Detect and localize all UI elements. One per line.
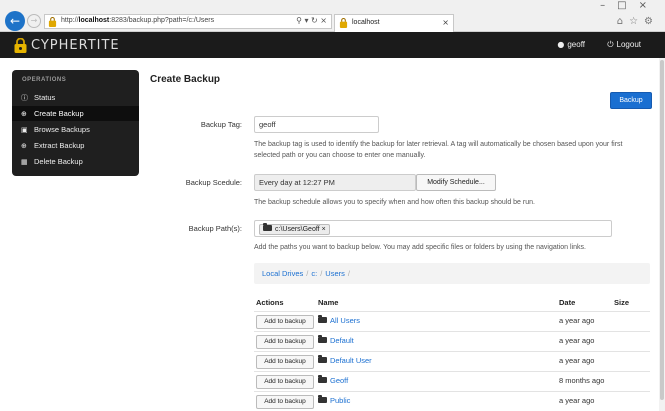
sidebar-item-delete-backup[interactable]: ▦ Delete Backup: [12, 154, 139, 169]
folder-icon: [318, 375, 327, 383]
address-url: http://localhost:8283/backup.php?path=/c…: [61, 17, 215, 24]
browser-chrome: ← → http://localhost:8283/backup.php?pat…: [0, 0, 665, 32]
app-header: CYPHERTITE ● geoff ⏻ Logout: [0, 32, 665, 58]
scrollbar-thumb[interactable]: [660, 60, 664, 400]
site-lock-icon: [48, 17, 57, 27]
backup-paths-field[interactable]: c:\Users\Geoff ×: [254, 220, 612, 237]
tag-label: Backup Tag:: [200, 120, 242, 129]
folder-icon: [263, 223, 272, 231]
breadcrumb-users[interactable]: Users: [325, 269, 345, 278]
sidebar-item-label: Create Backup: [34, 109, 84, 118]
col-size: Size: [614, 298, 630, 307]
sidebar-item-browse-backups[interactable]: ▣ Browse Backups: [12, 122, 139, 137]
path-tag-label: c:\Users\Geoff: [275, 226, 320, 233]
sidebar-item-label: Delete Backup: [34, 157, 83, 166]
brand-name: CYPHERTITE: [31, 37, 120, 53]
folder-date: a year ago: [559, 316, 595, 325]
folder-date: a year ago: [559, 336, 595, 345]
folder-date: a year ago: [559, 356, 595, 365]
address-bar[interactable]: http://localhost:8283/backup.php?path=/c…: [44, 14, 332, 29]
back-icon[interactable]: ←: [5, 11, 25, 31]
sidebar-heading: OPERATIONS: [22, 77, 67, 83]
folder-link[interactable]: Geoff: [330, 376, 348, 385]
brand-logo[interactable]: CYPHERTITE: [14, 37, 120, 53]
modify-schedule-button[interactable]: Modify Schedule...: [416, 174, 496, 191]
logout-link[interactable]: ⏻ Logout: [607, 40, 641, 50]
folder-name[interactable]: Default: [318, 335, 354, 345]
folder-date: 8 months ago: [559, 376, 605, 385]
plus-icon: ⊕: [21, 110, 27, 118]
table-row: Add to backup Default a year ago: [254, 331, 650, 351]
download-icon: ⊕: [21, 142, 27, 150]
folder-link[interactable]: All Users: [330, 316, 360, 325]
folder-name[interactable]: Geoff: [318, 375, 348, 385]
folder-date: a year ago: [559, 396, 595, 405]
add-to-backup-button[interactable]: Add to backup: [256, 335, 314, 349]
folder-icon: [318, 395, 327, 403]
breadcrumb: Local Drives / c: / Users /: [254, 263, 650, 284]
tab-title: localhost: [352, 19, 380, 26]
folder-link[interactable]: Public: [330, 396, 350, 405]
table-row: Add to backup All Users a year ago: [254, 311, 650, 331]
folder-name[interactable]: All Users: [318, 315, 360, 325]
window-controls-icon[interactable]: –□×: [600, 0, 659, 11]
folder-link[interactable]: Default User: [330, 356, 372, 365]
folder-link[interactable]: Default: [330, 336, 354, 345]
breadcrumb-separator: /: [306, 269, 309, 278]
page-title: Create Backup: [150, 74, 221, 85]
table-row: Add to backup Public a year ago: [254, 391, 650, 411]
schedule-field: Every day at 12:27 PM: [254, 174, 416, 191]
path-tag[interactable]: c:\Users\Geoff ×: [259, 223, 330, 235]
sidebar-item-extract-backup[interactable]: ⊕ Extract Backup: [12, 138, 139, 153]
power-icon: ⏻: [607, 40, 614, 49]
folder-icon: [318, 315, 327, 323]
sidebar-item-label: Status: [34, 93, 56, 102]
add-to-backup-button[interactable]: Add to backup: [256, 375, 314, 389]
user-icon: ●: [557, 40, 565, 49]
breadcrumb-separator: /: [347, 269, 350, 278]
col-name: Name: [318, 298, 339, 307]
logout-label: Logout: [616, 40, 641, 49]
sidebar-item-status[interactable]: ⓘ Status: [12, 90, 139, 105]
brand-lock-icon: [14, 37, 27, 53]
tab-localhost[interactable]: localhost ×: [334, 14, 454, 32]
page-scrollbar[interactable]: [659, 58, 665, 411]
folder-name[interactable]: Public: [318, 395, 350, 405]
backup-button[interactable]: Backup: [610, 92, 652, 109]
tag-help-text: The backup tag is used to identify the b…: [254, 141, 623, 159]
sidebar-item-label: Browse Backups: [34, 125, 90, 134]
backup-tag-input[interactable]: geoff: [254, 116, 379, 133]
col-date: Date: [559, 298, 576, 307]
col-actions: Actions: [256, 298, 284, 307]
breadcrumb-separator: /: [320, 269, 323, 278]
table-row: Add to backup Geoff 8 months ago: [254, 371, 650, 391]
tab-favicon-icon: [339, 18, 348, 28]
folder-name[interactable]: Default User: [318, 355, 372, 365]
sidebar-item-label: Extract Backup: [34, 141, 85, 150]
tab-close-icon[interactable]: ×: [442, 18, 449, 27]
schedule-help-text: The backup schedule allows you to specif…: [254, 199, 535, 206]
sidebar-item-create-backup[interactable]: ⊕ Create Backup: [12, 106, 139, 121]
table-row: Add to backup Default User a year ago: [254, 351, 650, 371]
info-icon: ⓘ: [21, 94, 28, 102]
paths-label: Backup Path(s):: [188, 224, 242, 233]
trash-icon: ▦: [21, 158, 28, 166]
forward-icon[interactable]: →: [27, 14, 41, 28]
folder-icon: [318, 355, 327, 363]
add-to-backup-button[interactable]: Add to backup: [256, 355, 314, 369]
breadcrumb-c[interactable]: c:: [311, 269, 317, 278]
user-menu[interactable]: ● geoff: [557, 40, 585, 49]
folder-icon: ▣: [21, 126, 28, 134]
schedule-label: Backup Scedule:: [185, 178, 242, 187]
remove-tag-icon[interactable]: ×: [322, 226, 326, 233]
add-to-backup-button[interactable]: Add to backup: [256, 395, 314, 409]
user-name: geoff: [567, 40, 585, 49]
browser-toolbar-icons[interactable]: ⌂☆⚙: [617, 16, 659, 27]
folder-icon: [318, 335, 327, 343]
paths-help-text: Add the paths you want to backup below. …: [254, 244, 586, 251]
breadcrumb-local-drives[interactable]: Local Drives: [262, 269, 303, 278]
add-to-backup-button[interactable]: Add to backup: [256, 315, 314, 329]
sidebar: OPERATIONS ⓘ Status ⊕ Create Backup ▣ Brows…: [12, 70, 139, 176]
address-tools-icon[interactable]: ⚲ ▾ ↻ ×: [296, 16, 327, 25]
